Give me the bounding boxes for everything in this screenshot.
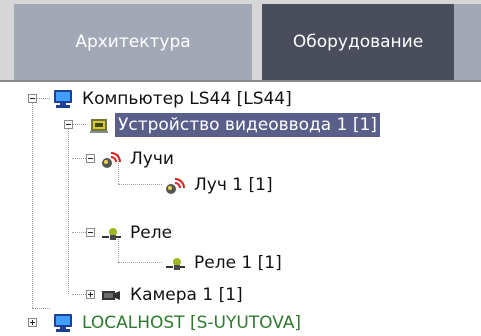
tab-architecture-label: Архитектура xyxy=(75,32,191,52)
tree-guide-line xyxy=(72,232,86,233)
tree-node-video-device[interactable]: Устройство видеоввода 1 [1] xyxy=(88,112,380,138)
tab-equipment[interactable]: Оборудование xyxy=(262,4,454,80)
tree-guide-line xyxy=(68,124,69,294)
ray-sensor-icon xyxy=(100,148,122,170)
tree-node-rays[interactable]: Лучи xyxy=(100,146,177,172)
tree-node-camera-1[interactable]: Камера 1 [1] xyxy=(100,282,246,308)
tab-architecture[interactable]: Архитектура xyxy=(14,4,252,80)
tree-node-label: LOCALHOST [S-UYUTOVA] xyxy=(82,313,302,333)
expand-toggle-localhost[interactable] xyxy=(28,318,37,327)
tree-node-ray-1[interactable]: Луч 1 [1] xyxy=(164,172,276,198)
tree-guide-line xyxy=(72,158,86,159)
relay-icon xyxy=(164,252,186,274)
tree-node-label: Реле 1 [1] xyxy=(194,253,282,273)
collapse-toggle-video-device[interactable] xyxy=(64,120,73,129)
tree-node-label: Компьютер LS44 [LS44] xyxy=(82,89,292,109)
tree-node-label: Устройство видеоввода 1 [1] xyxy=(115,113,380,137)
computer-icon xyxy=(52,88,74,110)
tree-node-label: Лучи xyxy=(130,149,174,169)
expand-toggle-camera[interactable] xyxy=(86,290,95,299)
tree-guide-line xyxy=(118,262,162,263)
computer-icon xyxy=(52,312,74,334)
tree-guide-line xyxy=(72,124,86,125)
tree-node-label: Реле xyxy=(130,223,173,243)
ray-sensor-icon xyxy=(164,174,186,196)
tree-guide-line xyxy=(36,98,50,99)
collapse-toggle-relays[interactable] xyxy=(86,228,95,237)
camera-icon xyxy=(100,284,122,306)
hardware-tree: Компьютер LS44 [LS44] Устройство видеовв… xyxy=(0,80,481,335)
tree-guide-line xyxy=(32,308,50,309)
tab-bar-filler xyxy=(454,4,481,80)
tree-node-label: Камера 1 [1] xyxy=(130,285,243,305)
relay-icon xyxy=(100,222,122,244)
collapse-toggle-computer[interactable] xyxy=(28,94,37,103)
tree-node-relay-1[interactable]: Реле 1 [1] xyxy=(164,250,285,276)
tree-node-computer[interactable]: Компьютер LS44 [LS44] xyxy=(52,86,295,112)
tree-guide-line xyxy=(32,98,33,308)
tree-node-relays[interactable]: Реле xyxy=(100,220,175,246)
tree-node-label: Луч 1 [1] xyxy=(194,175,273,195)
tree-guide-line xyxy=(118,184,162,185)
collapse-toggle-rays[interactable] xyxy=(86,154,95,163)
tree-node-localhost[interactable]: LOCALHOST [S-UYUTOVA] xyxy=(52,310,304,336)
tab-equipment-label: Оборудование xyxy=(292,32,424,52)
tab-bar: Архитектура Оборудование xyxy=(0,0,481,80)
video-capture-board-icon xyxy=(88,114,110,136)
